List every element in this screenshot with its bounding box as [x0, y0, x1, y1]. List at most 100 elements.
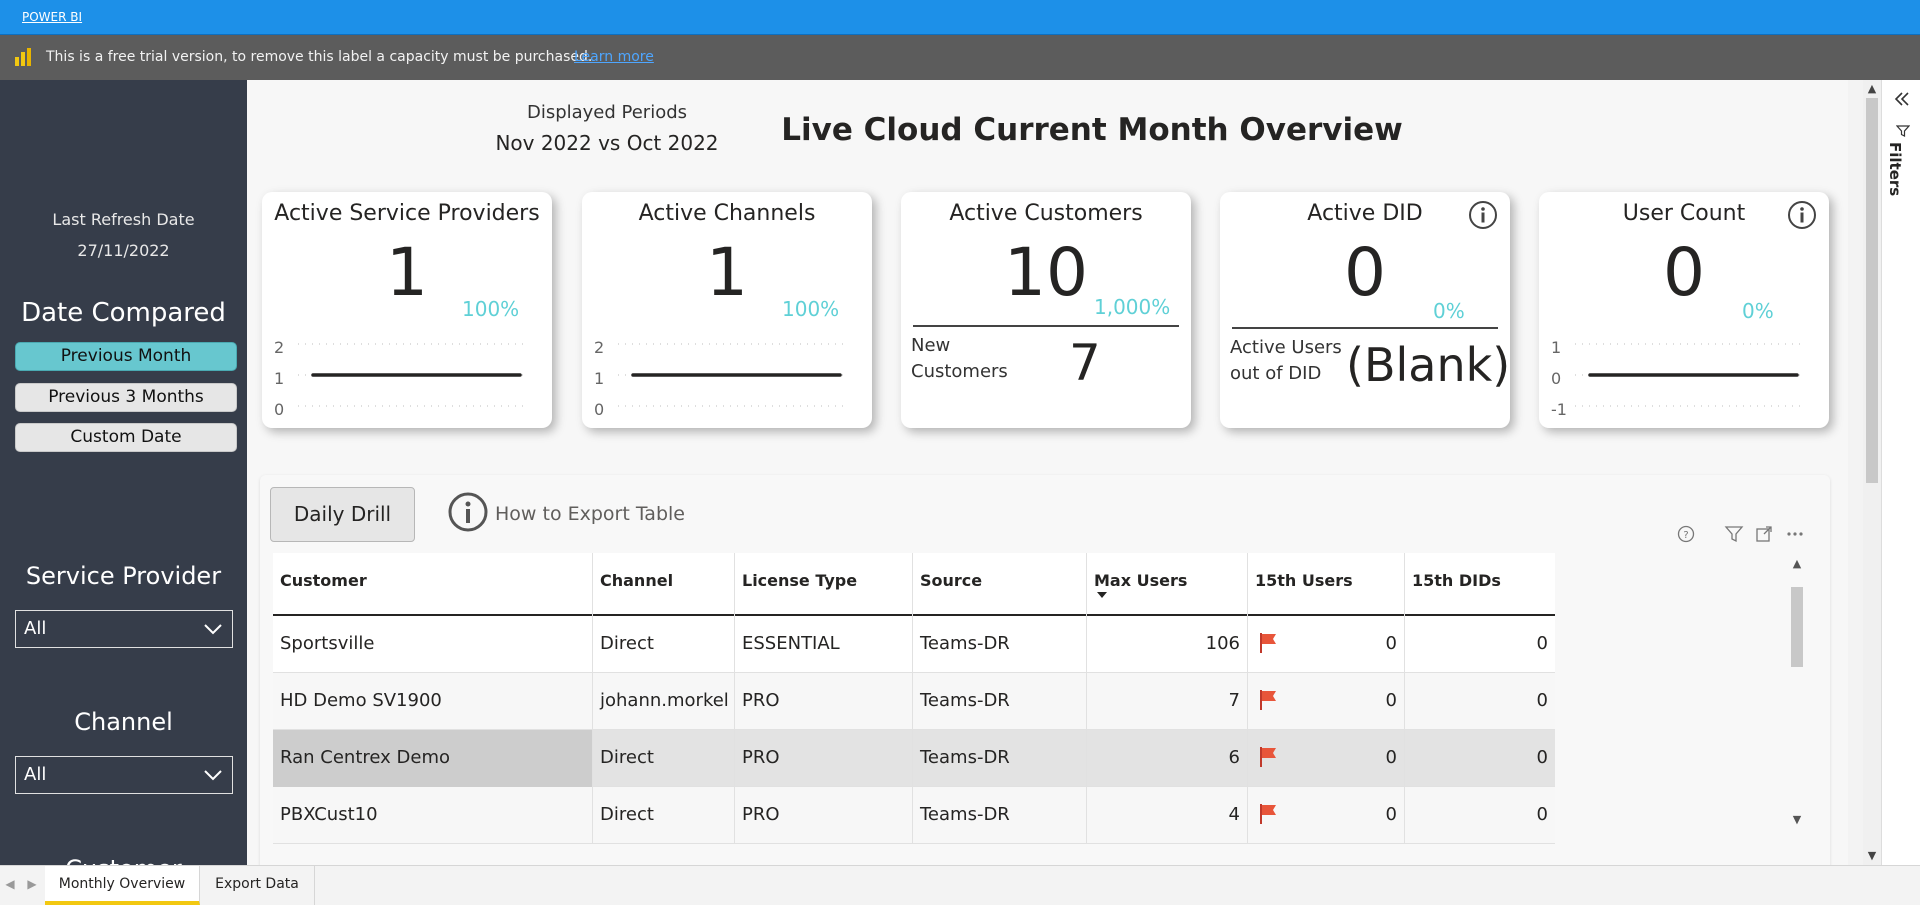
page-scroll-thumb[interactable] — [1866, 98, 1878, 483]
info-icon[interactable] — [447, 491, 489, 533]
card-title: User Count — [1622, 201, 1746, 226]
table-row[interactable]: Sportsville Direct ESSENTIAL Teams-DR 10… — [273, 616, 1555, 673]
cell-15th-users: 0 — [1248, 616, 1405, 673]
kpi-card-channels[interactable]: Active Channels 1 100% 2 1 0 — [582, 192, 872, 428]
last-refresh-label: Last Refresh Date — [52, 210, 195, 229]
cell-15th-dids: 0 — [1536, 690, 1548, 711]
cell-max-users: 6 — [1087, 730, 1248, 787]
filter-sidebar: Last Refresh Date 27/11/2022 Date Compar… — [0, 80, 247, 865]
learn-more-link[interactable]: Learn more — [574, 49, 654, 65]
info-icon[interactable] — [1787, 200, 1817, 230]
cell-customer: PBXCust10 — [273, 787, 593, 844]
axis-tick: 1 — [594, 369, 605, 388]
info-icon[interactable] — [1468, 200, 1498, 230]
column-header-customer[interactable]: Customer — [273, 553, 593, 616]
scroll-up-icon[interactable]: ▲ — [1790, 557, 1804, 571]
trial-message: This is a free trial version, to remove … — [46, 49, 593, 65]
kpi-card-active-did[interactable]: Active DID 0 0% Active Users out of DID … — [1220, 192, 1510, 428]
page-scrollbar[interactable]: ▲ ▼ — [1863, 80, 1881, 865]
chevron-down-icon — [204, 770, 222, 781]
column-header-channel[interactable]: Channel — [593, 553, 735, 616]
cell-customer: HD Demo SV1900 — [273, 673, 593, 730]
column-header-source[interactable]: Source — [913, 553, 1087, 616]
previous-month-button[interactable]: Previous Month — [15, 342, 237, 371]
column-header-15th-dids[interactable]: 15th DIDs — [1405, 553, 1555, 616]
kpi-card-customers[interactable]: Active Customers 10 1,000% New Customers… — [901, 192, 1191, 428]
card-percent: 0% — [1433, 299, 1465, 323]
page-title: Live Cloud Current Month Overview — [781, 112, 1403, 148]
sort-descending-icon — [1097, 592, 1107, 598]
channel-title: Channel — [74, 708, 173, 736]
help-icon[interactable]: ? — [1676, 524, 1696, 544]
card-divider — [913, 325, 1179, 327]
cell-channel: Direct — [593, 787, 735, 844]
card-value: 0 — [1344, 234, 1386, 311]
card-percent: 0% — [1742, 299, 1774, 323]
previous-3-months-button[interactable]: Previous 3 Months — [15, 383, 237, 412]
cell-license-type: PRO — [735, 787, 913, 844]
cell-15th-users: 0 — [1248, 673, 1405, 730]
axis-tick: 0 — [274, 400, 285, 419]
scroll-up-icon[interactable]: ▲ — [1863, 82, 1881, 95]
cell-max-users: 106 — [1087, 616, 1248, 673]
more-options-icon[interactable] — [1785, 524, 1805, 544]
cell-license-type: PRO — [735, 673, 913, 730]
how-to-export-label[interactable]: How to Export Table — [495, 503, 685, 525]
filter-icon — [1896, 125, 1910, 137]
column-header-license-type[interactable]: License Type — [735, 553, 913, 616]
column-header-max-users[interactable]: Max Users — [1087, 553, 1248, 616]
cell-source: Teams-DR — [913, 730, 1087, 787]
expand-pane-icon[interactable] — [1893, 90, 1911, 108]
trial-banner: This is a free trial version, to remove … — [0, 35, 1920, 80]
red-flag-icon — [1260, 747, 1276, 767]
previous-page-icon[interactable]: ◀ — [3, 877, 17, 891]
kpi-card-user-count[interactable]: User Count 0 0% 1 0 -1 — [1539, 192, 1829, 428]
filters-label[interactable]: Filters — [1886, 142, 1904, 196]
next-page-icon[interactable]: ▶ — [25, 877, 39, 891]
table-scrollbar[interactable]: ▲ ▼ — [1790, 557, 1804, 829]
filters-pane[interactable]: Filters — [1881, 80, 1920, 865]
sparkline-chart — [618, 343, 848, 407]
cell-15th-dids: 0 — [1536, 747, 1548, 768]
scroll-down-icon[interactable]: ▼ — [1863, 849, 1881, 862]
cell-channel: Direct — [593, 730, 735, 787]
axis-tick: 1 — [1551, 338, 1562, 357]
service-provider-dropdown[interactable]: All — [15, 610, 233, 648]
card-title: Active Service Providers — [274, 201, 540, 226]
date-compared-title: Date Compared — [21, 298, 226, 328]
service-provider-value: All — [24, 618, 47, 639]
table-row-selected[interactable]: Ran Centrex Demo Direct PRO Teams-DR 6 0… — [273, 730, 1555, 787]
page-tab-bar: ◀ ▶ Monthly Overview Export Data — [0, 865, 1920, 905]
tab-monthly-overview[interactable]: Monthly Overview — [45, 866, 200, 905]
card-title: Active Channels — [638, 201, 816, 226]
svg-text:?: ? — [1683, 530, 1688, 541]
axis-tick: 2 — [594, 338, 605, 357]
cell-15th-dids: 0 — [1536, 804, 1548, 825]
table-scroll-thumb[interactable] — [1791, 587, 1803, 667]
cell-15th-dids: 0 — [1536, 633, 1548, 654]
table-row[interactable]: HD Demo SV1900 johann.morkel PRO Teams-D… — [273, 673, 1555, 730]
table-row[interactable]: PBXCust10 Direct PRO Teams-DR 4 0 0 — [273, 787, 1555, 844]
active-users-value: (Blank) — [1346, 338, 1511, 392]
card-value: 0 — [1663, 234, 1705, 311]
card-divider — [1232, 327, 1498, 329]
kpi-card-service-providers[interactable]: Active Service Providers 1 100% 2 1 0 — [262, 192, 552, 428]
new-customers-label: New Customers — [911, 335, 1008, 382]
axis-tick: -1 — [1551, 400, 1567, 419]
red-flag-icon — [1260, 690, 1276, 710]
cell-source: Teams-DR — [913, 616, 1087, 673]
scroll-down-icon[interactable]: ▼ — [1790, 813, 1804, 827]
filter-icon[interactable] — [1724, 524, 1744, 544]
channel-dropdown[interactable]: All — [15, 756, 233, 794]
active-users-label: Active Users out of DID — [1230, 337, 1342, 384]
column-header-15th-users[interactable]: 15th Users — [1248, 553, 1405, 616]
cell-15th-users: 0 — [1248, 787, 1405, 844]
focus-mode-icon[interactable] — [1754, 524, 1774, 544]
axis-tick: 0 — [1551, 369, 1562, 388]
tab-export-data[interactable]: Export Data — [200, 866, 315, 905]
custom-date-button[interactable]: Custom Date — [15, 423, 237, 452]
app-brand[interactable]: POWER BI — [22, 10, 82, 24]
displayed-periods-value: Nov 2022 vs Oct 2022 — [495, 131, 719, 155]
axis-tick: 1 — [274, 369, 285, 388]
daily-drill-button[interactable]: Daily Drill — [270, 487, 415, 542]
